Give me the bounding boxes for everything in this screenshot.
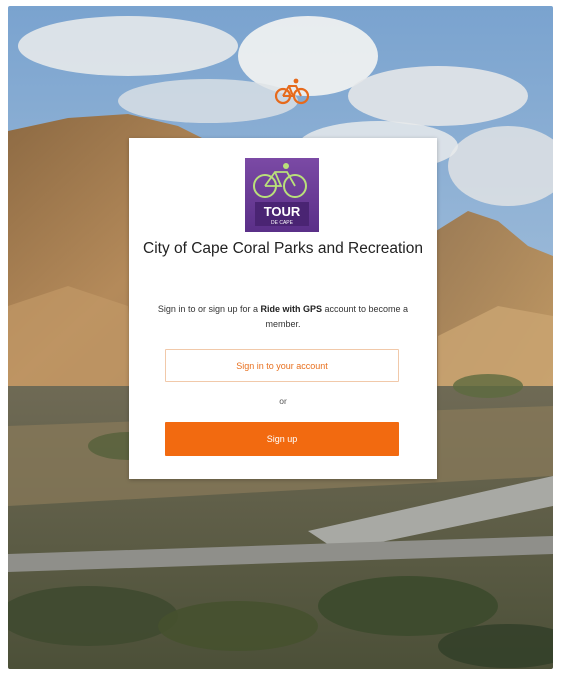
- sign-in-button[interactable]: Sign in to your account: [165, 349, 399, 382]
- logo-line1: TOUR: [264, 204, 301, 219]
- logo-line2: DE CAPE: [271, 220, 294, 226]
- signin-card: TOUR DE CAPE City of Cape Coral Parks an…: [129, 138, 437, 479]
- sign-up-label: Sign up: [266, 434, 298, 444]
- cyclist-icon: [274, 78, 310, 105]
- sign-in-label: Sign in to your account: [236, 360, 328, 371]
- sign-up-button[interactable]: Sign up: [165, 422, 399, 456]
- or-divider: or: [279, 396, 287, 406]
- cyclist-logo-icon: TOUR DE CAPE: [253, 163, 309, 226]
- intro-prefix: Sign in to or sign up for a: [157, 304, 261, 314]
- ride-with-gps-name: Ride with GPS: [260, 304, 322, 314]
- intro-text: Sign in to or sign up for a Ride with GP…: [151, 302, 415, 332]
- tour-de-cape-logo: TOUR DE CAPE: [245, 158, 319, 232]
- organization-name: City of Cape Coral Parks and Recreation: [143, 240, 423, 257]
